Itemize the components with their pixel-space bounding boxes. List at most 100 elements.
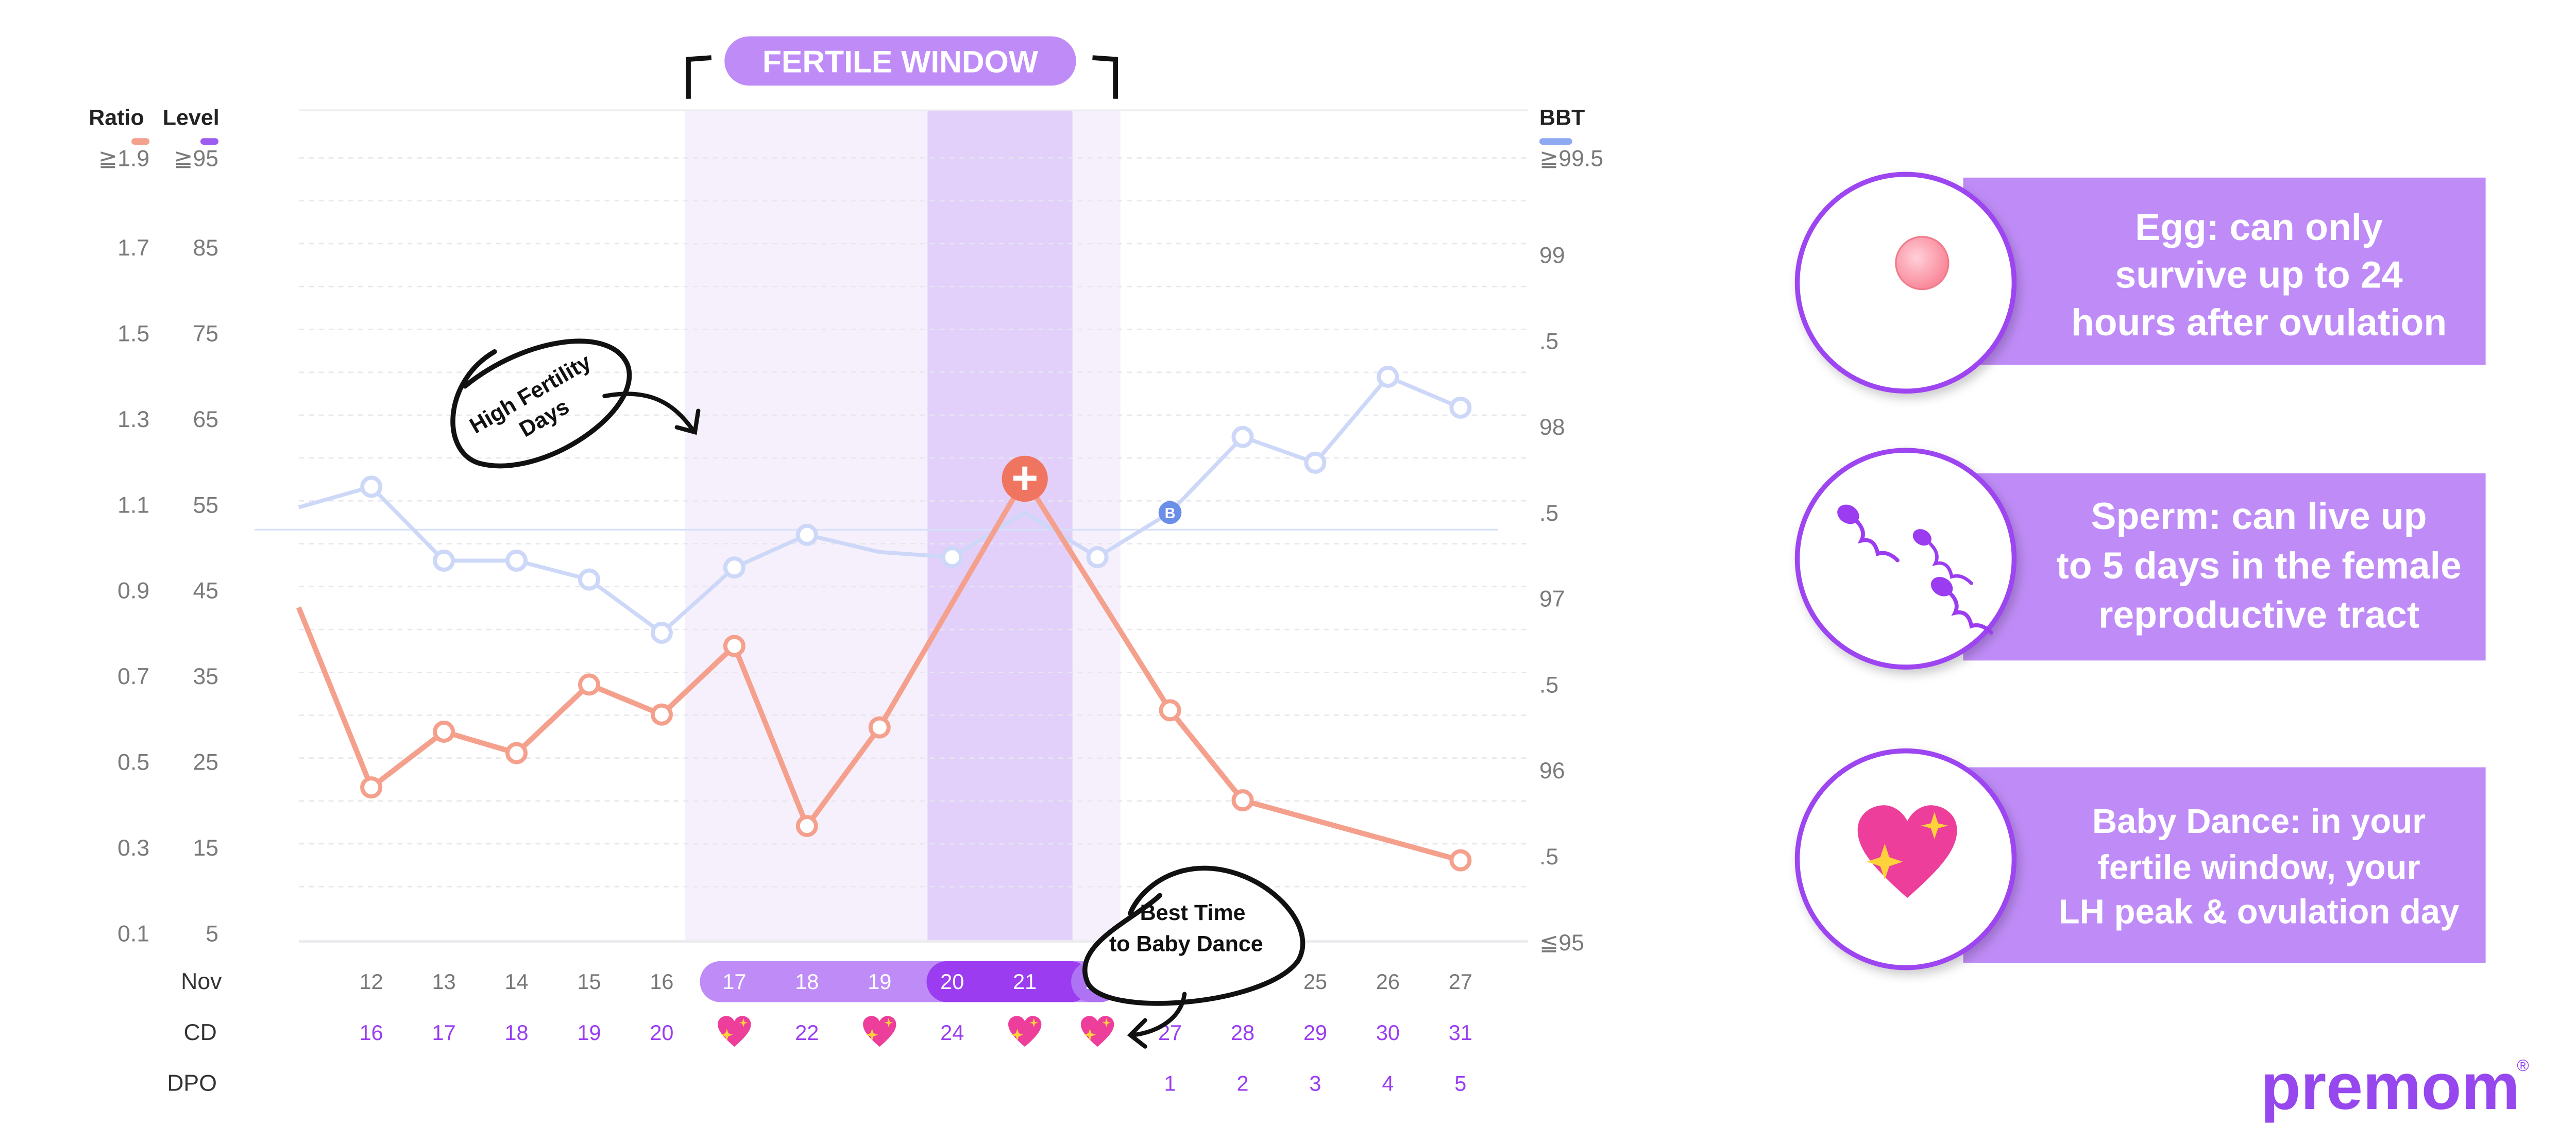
ratio-tick-label: 0.5 [117,750,149,775]
card-text-line: hours after ovulation [2071,301,2447,344]
annotation-text: Best Time [1140,900,1246,925]
level-tick-label: ≧95 [174,146,218,171]
lh-data-point[interactable] [1449,849,1472,872]
info-card: Sperm: can live up to 5 days in the femal… [1794,448,2486,670]
card-text-line: Egg: can only [2135,206,2383,248]
cycle-day-value: 28 [1231,1020,1255,1045]
cycle-day-value: 24 [940,1020,964,1045]
date-label[interactable]: 14 [505,969,529,994]
bbt-data-point[interactable] [1304,451,1327,474]
lh-data-point[interactable] [1231,789,1254,812]
dpo-row: 1 2 3 4 5 [1164,1071,1467,1096]
level-tick-label: 25 [193,750,218,775]
level-tick-label: 35 [193,664,218,689]
level-tick-label: 15 [193,836,218,861]
lh-data-point[interactable] [868,716,891,739]
arrow-icon [602,391,701,435]
sparkling-heart-icon [1080,1016,1114,1047]
dpo-value: 5 [1454,1071,1466,1096]
cycle-day-value: 19 [577,1020,601,1045]
date-label[interactable]: 17 [722,969,746,994]
cycle-day-value: 20 [650,1020,673,1045]
date-label[interactable]: 21 [1013,969,1037,994]
date-label[interactable]: 27 [1449,969,1472,994]
sparkling-heart-icon [718,1016,751,1047]
ratio-tick-label: 0.7 [117,664,149,689]
bbt-legend-swatch [1539,138,1572,145]
bbt-data-point[interactable] [1231,425,1254,448]
lh-data-point[interactable] [1159,699,1181,722]
bbt-ovulation-marker[interactable]: B [1158,501,1182,524]
date-label[interactable]: 26 [1376,969,1400,994]
ratio-tick-label: 0.1 [117,922,149,947]
bbt-data-point[interactable] [505,549,528,572]
lh-data-point[interactable] [723,635,745,657]
level-tick-label: 5 [206,922,218,947]
level-tick-label: 45 [193,578,218,604]
bbt-tick-label: 98 [1539,415,1565,440]
date-label[interactable]: 25 [1303,969,1327,994]
right-bracket [1092,55,1118,99]
date-label[interactable]: 20 [940,969,964,994]
date-label[interactable]: 16 [650,969,673,994]
dpo-label: DPO [167,1071,217,1096]
bbt-data-point[interactable] [1086,546,1109,569]
level-tick-label: 55 [193,492,218,518]
lh-data-point[interactable] [433,720,455,743]
info-cards: Egg: can only survive up to 24 hours after… [1794,172,2486,970]
date-label[interactable]: 15 [577,969,601,994]
annotation-circle [450,338,632,469]
level-tick-label: 65 [193,407,218,432]
ratio-tick-label: 1.7 [117,235,149,261]
bbt-data-point[interactable] [650,621,673,644]
bbt-data-point[interactable] [1449,396,1472,419]
bbt-tick-label: .5 [1539,672,1558,697]
fertile-window-label: FERTILE WINDOW [762,44,1039,79]
cycle-day-value: 17 [432,1020,456,1045]
bbt-tick-label: 97 [1539,587,1565,612]
lh-data-point[interactable] [578,673,601,696]
card-icon-circle [1794,448,2017,670]
ratio-tick-label: 1.3 [117,407,149,432]
bbt-data-point[interactable] [433,549,455,572]
level-axis-title: Level [163,106,219,130]
ratio-tick-label: 0.3 [117,836,149,861]
bbt-data-point[interactable] [360,475,383,498]
bbt-axis-title: BBT [1539,106,1585,130]
fertile-window-header: FERTILE WINDOW [686,36,1118,99]
date-label[interactable]: 12 [360,969,383,994]
cycle-day-value: 16 [360,1020,383,1045]
bbt-data-point[interactable] [578,568,601,591]
date-label[interactable]: 19 [868,969,891,994]
bbt-data-point[interactable] [1377,365,1399,388]
level-tick-label: 85 [193,235,218,261]
logo-registered: ® [2517,1056,2529,1075]
left-bracket [686,55,712,99]
dpo-value: 2 [1236,1071,1248,1096]
ratio-tick-label: ≧1.9 [98,146,149,171]
cycle-day-row: 16 17 18 19 20 22 24 27 28 29 30 31 [360,1016,1472,1047]
egg-icon [1895,235,1950,291]
bbt-data-point[interactable] [723,556,745,579]
lh-data-point[interactable] [360,776,383,799]
bbt-data-point[interactable] [941,546,963,569]
dpo-value: 4 [1382,1071,1394,1096]
bbt-tick-label: ≦95 [1539,930,1584,956]
lh-data-point[interactable] [505,742,528,764]
plus-icon: + [1011,452,1038,503]
bbt-tick-label: 96 [1539,758,1565,783]
ratio-tick-label: 1.5 [117,321,149,346]
cd-label: CD [183,1020,216,1045]
lh-data-point[interactable] [650,703,673,726]
sparkling-heart-icon [863,1016,896,1047]
logo-text: premom [2261,1050,2520,1123]
ratio-axis-title: Ratio [89,106,144,130]
card-text-line: Sperm: can live up [2091,495,2427,537]
date-label[interactable]: 13 [432,969,456,994]
card-text-line: Baby Dance: in your [2092,802,2426,841]
cycle-day-value: 31 [1449,1020,1472,1045]
date-label[interactable]: 18 [795,969,819,994]
lh-data-point[interactable] [795,815,818,838]
bbt-data-point[interactable] [795,523,818,546]
annotation-text: to Baby Dance [1109,932,1263,957]
